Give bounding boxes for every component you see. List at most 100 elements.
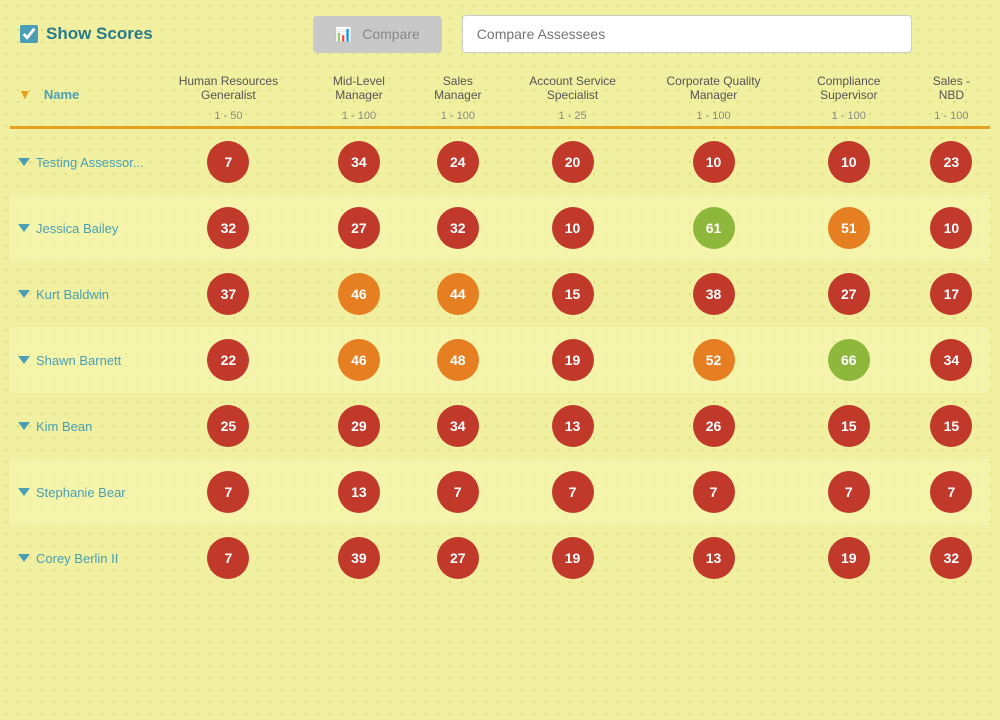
score-cell: 23 [913,129,990,195]
score-circle: 32 [207,207,249,249]
table-row: Shawn Barnett 22464819526634 [10,327,990,393]
score-cell: 26 [642,393,785,459]
score-circle: 29 [338,405,380,447]
score-circle: 48 [437,339,479,381]
score-cell: 7 [152,525,305,591]
score-cell: 34 [305,129,413,195]
range-acct-svc: 1 - 25 [503,108,642,129]
name-column-header: ▼ Name [10,68,152,108]
range-sales-nbd: 1 - 100 [913,108,990,129]
row-expand-arrow[interactable] [18,554,30,562]
score-circle: 23 [930,141,972,183]
score-cell: 46 [305,261,413,327]
score-cell: 46 [305,327,413,393]
row-name: Kim Bean [36,419,92,434]
name-range-cell [10,108,152,129]
score-circle: 15 [828,405,870,447]
score-circle: 27 [437,537,479,579]
score-circle: 39 [338,537,380,579]
col-header-sales-mgr: Sales Manager [413,68,503,108]
col-header-hr-gen: Human Resources Generalist [152,68,305,108]
name-cell: Testing Assessor... [10,129,152,195]
score-cell: 32 [913,525,990,591]
bar-chart-icon: 📊 [335,26,352,43]
score-cell: 61 [642,195,785,261]
row-expand-arrow[interactable] [18,422,30,430]
col-header-acct-svc: Account Service Specialist [503,68,642,108]
sort-arrow-icon[interactable]: ▼ [18,86,32,102]
score-circle: 7 [437,471,479,513]
table-row: Testing Assessor... 7342420101023 [10,129,990,195]
score-circle: 34 [930,339,972,381]
score-circle: 17 [930,273,972,315]
table-row: Jessica Bailey 32273210615110 [10,195,990,261]
score-cell: 17 [913,261,990,327]
score-cell: 19 [785,525,913,591]
compare-button[interactable]: 📊 Compare [313,16,442,53]
score-cell: 34 [913,327,990,393]
score-cell: 7 [413,459,503,525]
score-cell: 27 [785,261,913,327]
score-cell: 32 [413,195,503,261]
col-header-mid-manager: Mid-Level Manager [305,68,413,108]
range-hr-gen: 1 - 50 [152,108,305,129]
score-circle: 32 [437,207,479,249]
score-circle: 19 [828,537,870,579]
name-cell: Kurt Baldwin [10,261,152,327]
col-header-corp-quality: Corporate Quality Manager [642,68,785,108]
score-circle: 26 [693,405,735,447]
row-expand-arrow[interactable] [18,290,30,298]
scores-table: ▼ Name Human Resources Generalist Mid-Le… [10,68,990,591]
score-cell: 27 [413,525,503,591]
score-circle: 66 [828,339,870,381]
table-row: Corey Berlin II 7392719131932 [10,525,990,591]
score-cell: 13 [642,525,785,591]
row-name: Kurt Baldwin [36,287,109,302]
score-circle: 7 [828,471,870,513]
row-expand-arrow[interactable] [18,488,30,496]
row-name: Jessica Bailey [36,221,118,236]
score-circle: 34 [437,405,479,447]
row-expand-arrow[interactable] [18,158,30,166]
column-headers-row: ▼ Name Human Resources Generalist Mid-Le… [10,68,990,108]
score-cell: 32 [152,195,305,261]
score-circle: 46 [338,339,380,381]
score-cell: 48 [413,327,503,393]
name-cell: Jessica Bailey [10,195,152,261]
score-circle: 10 [552,207,594,249]
range-corp-quality: 1 - 100 [642,108,785,129]
score-circle: 7 [693,471,735,513]
compare-assessees-input[interactable] [462,15,912,53]
score-circle: 19 [552,339,594,381]
score-circle: 13 [552,405,594,447]
score-circle: 10 [828,141,870,183]
row-expand-arrow[interactable] [18,224,30,232]
row-expand-arrow[interactable] [18,356,30,364]
score-circle: 38 [693,273,735,315]
score-circle: 34 [338,141,380,183]
score-cell: 15 [913,393,990,459]
score-circle: 10 [693,141,735,183]
table-container: ▼ Name Human Resources Generalist Mid-Le… [0,68,1000,611]
score-circle: 51 [828,207,870,249]
score-cell: 15 [785,393,913,459]
score-cell: 66 [785,327,913,393]
score-cell: 37 [152,261,305,327]
row-name: Shawn Barnett [36,353,121,368]
top-bar: Show Scores 📊 Compare [0,0,1000,68]
score-circle: 27 [338,207,380,249]
table-row: Stephanie Bear 71377777 [10,459,990,525]
score-circle: 15 [930,405,972,447]
row-name: Stephanie Bear [36,485,126,500]
show-scores-label: Show Scores [46,24,153,44]
score-cell: 29 [305,393,413,459]
show-scores-checkbox[interactable] [20,25,38,43]
name-cell: Shawn Barnett [10,327,152,393]
score-circle: 15 [552,273,594,315]
score-circle: 13 [693,537,735,579]
score-circle: 13 [338,471,380,513]
score-cell: 27 [305,195,413,261]
score-circle: 37 [207,273,249,315]
score-cell: 34 [413,393,503,459]
score-cell: 39 [305,525,413,591]
